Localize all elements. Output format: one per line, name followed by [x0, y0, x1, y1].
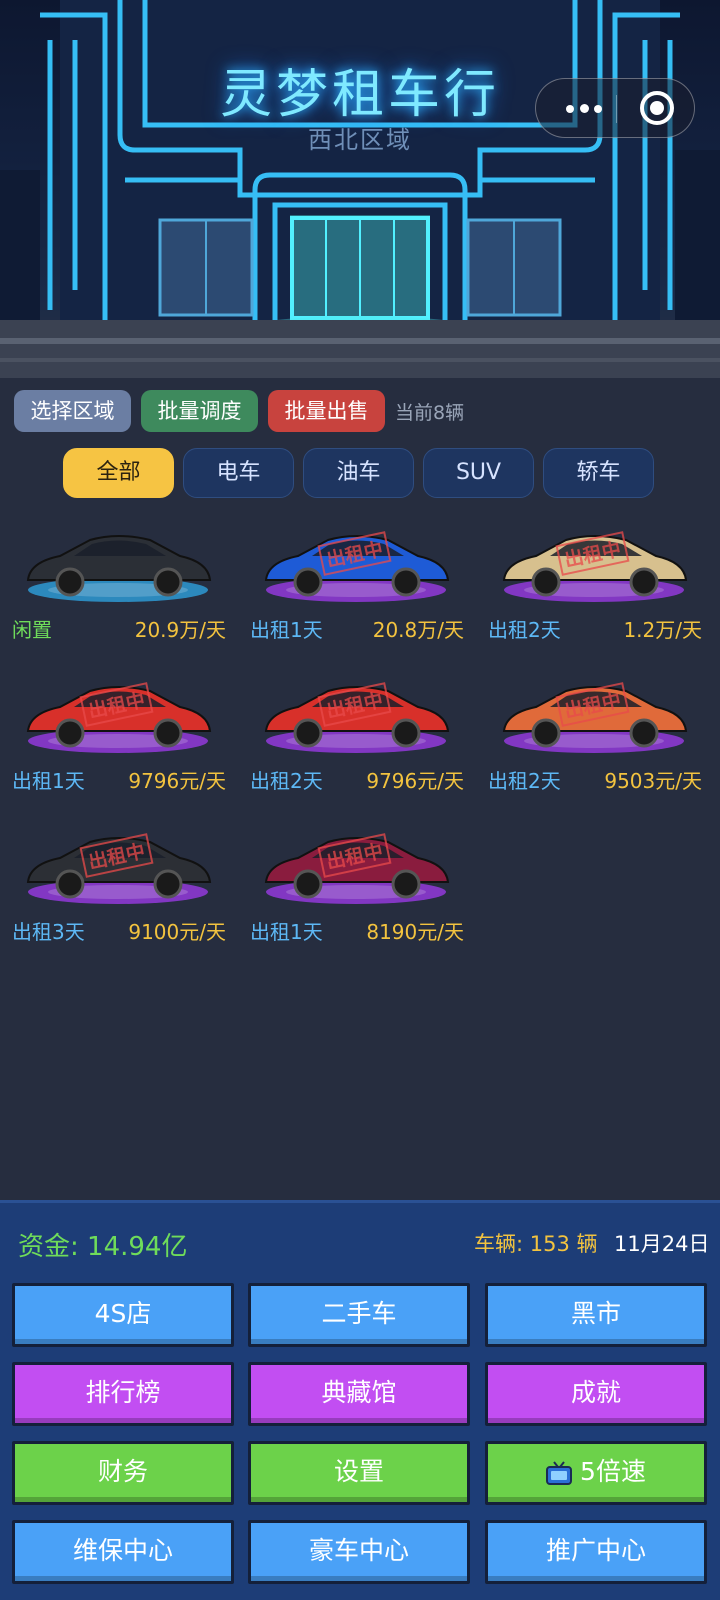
car-daily-price: 9100元/天	[128, 920, 226, 944]
car-daily-price: 20.9万/天	[134, 618, 226, 642]
select-region-button[interactable]: 选择区域	[14, 390, 131, 432]
settings-button[interactable]: 设置	[248, 1441, 470, 1505]
funds-label: 资金: 14.94亿	[18, 1232, 188, 1262]
car-card[interactable]: 出租中 出租2天 9503元/天	[476, 663, 712, 811]
car-status: 出租1天	[250, 920, 323, 944]
4s-store-button[interactable]: 4S店	[12, 1283, 234, 1347]
car-card[interactable]: 出租中 出租2天 9796元/天	[238, 663, 474, 811]
vehicle-count-label: 当前8辆	[395, 402, 465, 424]
achievements-button[interactable]: 成就	[485, 1362, 707, 1426]
promotion-center-button[interactable]: 推广中心	[485, 1520, 707, 1584]
tab-electric[interactable]: 电车	[183, 448, 294, 498]
tv-icon	[546, 1461, 573, 1485]
car-daily-price: 9796元/天	[128, 769, 226, 793]
car-image	[26, 535, 212, 602]
car-daily-price: 9796元/天	[366, 769, 464, 793]
more-dots-icon[interactable]	[556, 79, 616, 137]
used-car-button[interactable]: 二手车	[248, 1283, 470, 1347]
capsule-divider	[616, 95, 617, 123]
car-status: 出租3天	[12, 920, 85, 944]
tab-suv[interactable]: SUV	[423, 448, 534, 498]
car-status: 出租2天	[488, 769, 561, 793]
speed-label: 5倍速	[580, 1457, 646, 1486]
tab-gas[interactable]: 油车	[303, 448, 414, 498]
car-daily-price: 9503元/天	[604, 769, 702, 793]
miniprogram-capsule	[535, 78, 695, 138]
finance-button[interactable]: 财务	[12, 1441, 234, 1505]
car-status: 闲置	[12, 618, 52, 642]
target-icon[interactable]	[640, 91, 674, 125]
car-card[interactable]: 出租中 出租3天 9100元/天	[0, 814, 236, 962]
car-card[interactable]: 出租中 出租1天 9796元/天	[0, 663, 236, 811]
header-banner: 灵梦租车行 西北区域	[0, 0, 720, 378]
vehicle-total-label: 车辆: 153 辆	[474, 1232, 598, 1256]
tab-all[interactable]: 全部	[63, 448, 174, 498]
collection-button[interactable]: 典藏馆	[248, 1362, 470, 1426]
car-status: 出租1天	[12, 769, 85, 793]
car-status: 出租1天	[250, 618, 323, 642]
car-daily-price: 20.8万/天	[372, 618, 464, 642]
black-market-button[interactable]: 黑市	[485, 1283, 707, 1347]
batch-sell-button[interactable]: 批量出售	[268, 390, 385, 432]
game-date: 11月24日	[614, 1232, 710, 1256]
car-card[interactable]: 闲置 20.9万/天	[0, 512, 236, 660]
speed-5x-button[interactable]: 5倍速	[485, 1441, 707, 1505]
luxury-car-center-button[interactable]: 豪车中心	[248, 1520, 470, 1584]
car-card[interactable]: 出租中 出租1天 8190元/天	[238, 814, 474, 962]
batch-dispatch-button[interactable]: 批量调度	[141, 390, 258, 432]
car-card[interactable]: 出租中 出租2天 1.2万/天	[476, 512, 712, 660]
car-status: 出租2天	[488, 618, 561, 642]
leaderboard-button[interactable]: 排行榜	[12, 1362, 234, 1426]
car-status: 出租2天	[250, 769, 323, 793]
car-card[interactable]: 出租中 出租1天 20.8万/天	[238, 512, 474, 660]
maintenance-center-button[interactable]: 维保中心	[12, 1520, 234, 1584]
car-daily-price: 1.2万/天	[623, 618, 702, 642]
tab-sedan[interactable]: 轿车	[543, 448, 654, 498]
car-daily-price: 8190元/天	[366, 920, 464, 944]
